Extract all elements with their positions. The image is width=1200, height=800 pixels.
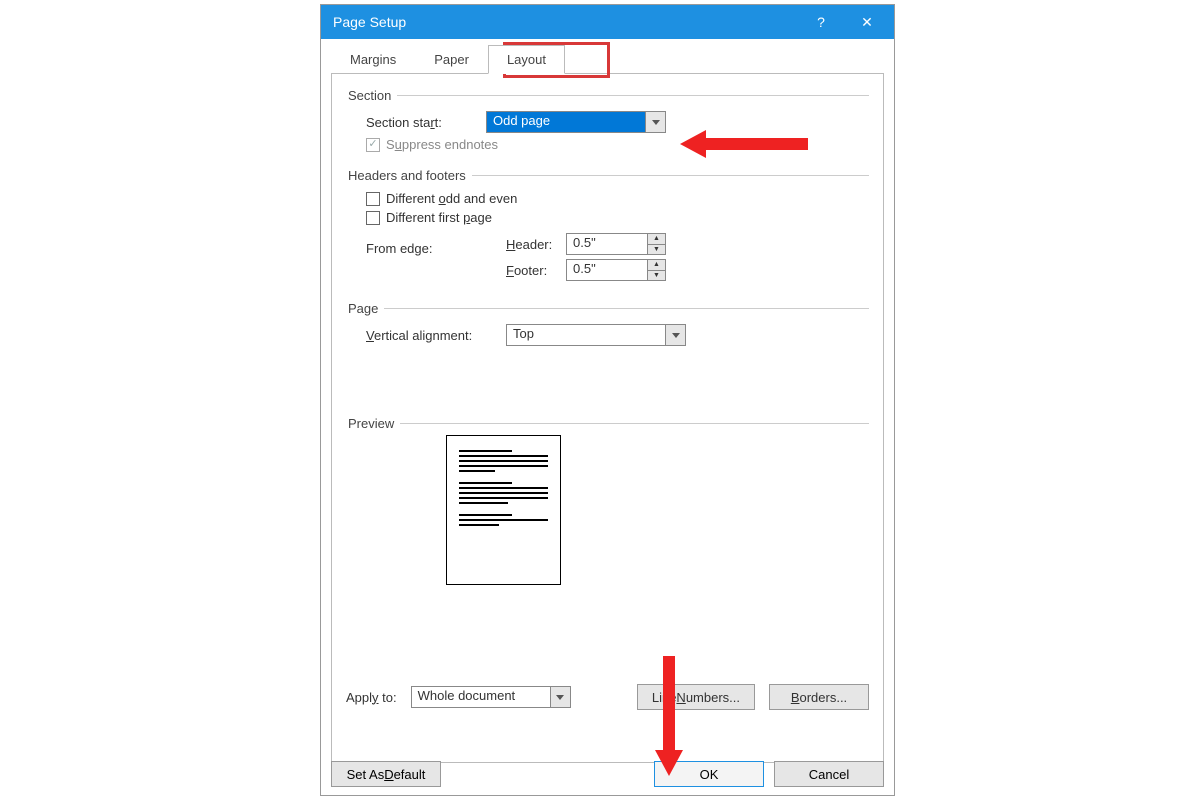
title-bar: Page Setup ? ✕ [321, 5, 894, 39]
different-first-page-checkbox[interactable] [366, 211, 380, 225]
chevron-down-icon[interactable] [645, 112, 665, 132]
preview-label: Preview [346, 416, 400, 431]
footer-spin[interactable]: 0.5" ▲▼ [566, 259, 666, 281]
tab-paper[interactable]: Paper [415, 45, 488, 74]
chevron-down-icon[interactable] [550, 687, 570, 707]
header-value[interactable]: 0.5" [567, 234, 647, 254]
vertical-alignment-label: Vertical alignment: [366, 328, 506, 343]
header-spin[interactable]: 0.5" ▲▼ [566, 233, 666, 255]
section-start-select[interactable]: Odd page [486, 111, 666, 133]
vertical-alignment-select[interactable]: Top [506, 324, 686, 346]
apply-to-label: Apply to: [346, 690, 397, 705]
apply-to-select[interactable]: Whole document [411, 686, 571, 708]
apply-to-value: Whole document [412, 687, 550, 707]
action-row: Set As Default OK Cancel [331, 761, 884, 787]
footer-step-up[interactable]: ▲ [648, 260, 665, 271]
footer-step-down[interactable]: ▼ [648, 271, 665, 281]
close-button[interactable]: ✕ [844, 5, 890, 39]
tab-strip: Margins Paper Layout [331, 45, 894, 74]
page-setup-dialog: Page Setup ? ✕ Margins Paper Layout Sect… [320, 4, 895, 796]
line-numbers-button[interactable]: Line Numbers... [637, 684, 755, 710]
dialog-title: Page Setup [333, 14, 798, 30]
headers-footers-group: Headers and footers Different odd and ev… [346, 168, 869, 295]
section-group-label: Section [346, 88, 397, 103]
section-group: Section Section start: Odd page ✓ Suppre… [346, 88, 869, 162]
help-button[interactable]: ? [798, 5, 844, 39]
set-as-default-button[interactable]: Set As Default [331, 761, 441, 787]
tab-layout[interactable]: Layout [488, 45, 565, 74]
different-first-page-label: Different first page [386, 210, 492, 225]
section-start-label: Section start: [366, 115, 486, 130]
suppress-endnotes-checkbox: ✓ [366, 138, 380, 152]
dialog-body: Section Section start: Odd page ✓ Suppre… [331, 73, 884, 763]
apply-row: Apply to: Whole document Line Numbers...… [346, 684, 869, 710]
different-odd-even-checkbox[interactable] [366, 192, 380, 206]
chevron-down-icon[interactable] [665, 325, 685, 345]
preview-page [446, 435, 561, 585]
footer-label: Footer: [506, 263, 566, 278]
header-step-down[interactable]: ▼ [648, 245, 665, 255]
different-odd-even-label: Different odd and even [386, 191, 517, 206]
header-label: Header: [506, 237, 566, 252]
ok-button[interactable]: OK [654, 761, 764, 787]
cancel-button[interactable]: Cancel [774, 761, 884, 787]
from-edge-label: From edge: [366, 229, 506, 256]
preview-group: Preview [346, 416, 869, 591]
header-step-up[interactable]: ▲ [648, 234, 665, 245]
section-start-value: Odd page [487, 112, 645, 132]
borders-button[interactable]: Borders... [769, 684, 869, 710]
tab-margins[interactable]: Margins [331, 45, 415, 74]
page-group: Page Vertical alignment: Top [346, 301, 869, 356]
headers-footers-label: Headers and footers [346, 168, 472, 183]
footer-value[interactable]: 0.5" [567, 260, 647, 280]
page-group-label: Page [346, 301, 384, 316]
vertical-alignment-value: Top [507, 325, 665, 345]
suppress-endnotes-label: Suppress endnotes [386, 137, 498, 152]
